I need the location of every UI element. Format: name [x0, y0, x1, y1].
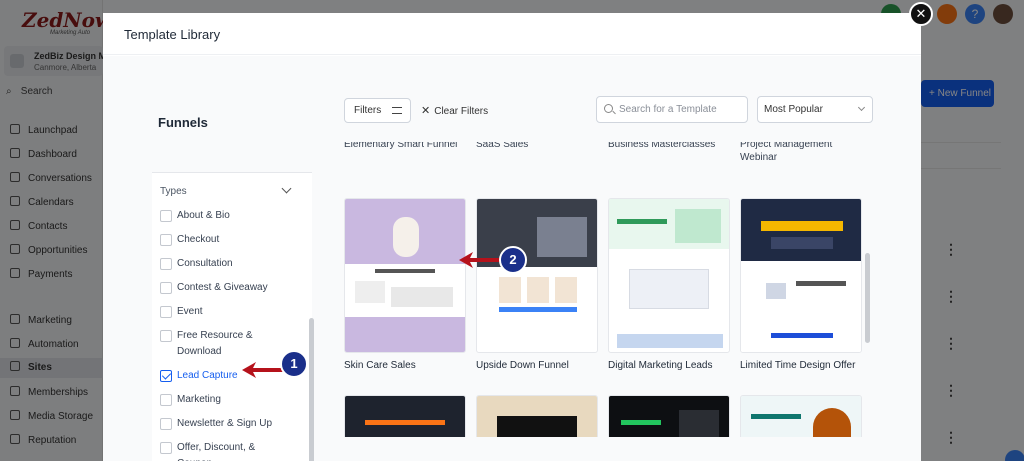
card-heading-bar — [375, 269, 435, 273]
template-title[interactable]: Digital Marketing Leads — [608, 360, 713, 371]
template-title[interactable]: Project Management Webinar — [740, 142, 850, 164]
card-image-block — [499, 277, 521, 303]
template-card[interactable] — [476, 395, 598, 437]
type-option-label: Checkout — [177, 234, 220, 245]
sort-dropdown[interactable]: Most Popular — [757, 96, 873, 123]
card-image-block — [679, 410, 719, 437]
chevron-down-icon — [281, 183, 292, 194]
template-title[interactable]: SaaS Sales — [476, 142, 601, 151]
checkbox[interactable] — [160, 394, 172, 406]
checkbox[interactable] — [160, 282, 172, 294]
annotation-arrow-2 — [459, 252, 503, 268]
type-option-label: Offer, Discount, & Coupon — [177, 442, 256, 461]
sliders-icon — [392, 107, 402, 114]
card-heading-bar — [617, 219, 667, 224]
filter-panel: Types About & Bio Checkout Consultation … — [152, 172, 312, 461]
filters-button[interactable]: Filters — [344, 98, 411, 123]
template-title[interactable]: Limited Time Design Offer — [740, 360, 855, 371]
template-grid: Elementary Smart Funnel SaaS Sales Busin… — [335, 142, 875, 437]
template-card[interactable] — [344, 395, 466, 437]
card-image-block — [537, 217, 587, 257]
template-library-modal: Template Library Funnels Types About & B… — [103, 13, 921, 461]
checkbox[interactable] — [160, 258, 172, 270]
card-timer-block — [771, 237, 833, 249]
card-image-block — [391, 287, 453, 307]
card-image-block — [527, 277, 549, 303]
card-image-block — [617, 334, 723, 348]
modal-title: Template Library — [124, 27, 221, 42]
annotation-badge-2: 2 — [499, 246, 527, 274]
clear-filters-label: Clear Filters — [434, 106, 489, 117]
card-heading-bar — [751, 414, 801, 419]
checkbox[interactable] — [160, 330, 172, 342]
template-card-upside-down-funnel[interactable] — [476, 198, 598, 353]
card-footer-band — [345, 317, 465, 352]
template-card-skin-care-sales[interactable] — [344, 198, 466, 353]
type-option-label: About & Bio — [177, 210, 230, 221]
funnels-heading: Funnels — [158, 115, 208, 130]
template-title[interactable]: Skin Care Sales — [344, 360, 416, 371]
template-card[interactable] — [740, 395, 862, 437]
close-modal-button[interactable]: ✕ — [909, 2, 933, 26]
template-title[interactable]: Elementary Smart Funnel — [344, 142, 469, 151]
checkbox[interactable] — [160, 306, 172, 318]
product-image — [393, 217, 419, 257]
close-icon: ✕ — [421, 105, 431, 117]
modal-header: Template Library — [103, 13, 921, 55]
modal-body: Funnels Types About & Bio Checkout Consu… — [103, 56, 921, 461]
search-icon — [604, 104, 613, 113]
type-option-label: Consultation — [177, 258, 233, 269]
template-title[interactable]: Business Masterclasses — [608, 142, 733, 151]
annotation-arrow-1 — [242, 362, 284, 378]
template-search-input[interactable]: Search for a Template — [596, 96, 748, 123]
template-card-digital-marketing-leads[interactable] — [608, 198, 730, 353]
type-option-label: Event — [177, 306, 203, 317]
type-option-label: Marketing — [177, 394, 221, 405]
card-image-block — [555, 277, 577, 303]
card-image-block — [355, 281, 385, 303]
checkbox[interactable] — [160, 418, 172, 430]
card-image-block — [766, 283, 786, 299]
card-video-block — [497, 416, 577, 437]
sort-value: Most Popular — [764, 104, 823, 115]
search-placeholder: Search for a Template — [619, 104, 717, 115]
types-label: Types — [160, 186, 187, 197]
card-heading-bar — [621, 420, 661, 425]
types-filter-header[interactable]: Types — [160, 183, 292, 197]
type-option-label: Newsletter & Sign Up — [177, 418, 273, 429]
template-card[interactable] — [608, 395, 730, 437]
annotation-badge-1: 1 — [280, 350, 308, 378]
checkbox-checked[interactable] — [160, 370, 172, 382]
type-option-label: Contest & Giveaway — [177, 282, 268, 293]
grid-scrollbar[interactable] — [865, 253, 870, 343]
checkbox[interactable] — [160, 210, 172, 222]
template-title[interactable]: Upside Down Funnel — [476, 360, 569, 371]
template-card-limited-time-design-offer[interactable] — [740, 198, 862, 353]
card-headline-bar — [761, 221, 843, 231]
card-form-block — [629, 269, 709, 309]
checkbox[interactable] — [160, 234, 172, 246]
card-text-bar — [796, 281, 846, 286]
filters-label: Filters — [354, 105, 382, 116]
card-heading-bar — [365, 420, 445, 425]
checkbox[interactable] — [160, 442, 172, 454]
card-text-bar — [771, 333, 833, 338]
clear-filters-button[interactable]: ✕ Clear Filters — [421, 104, 488, 117]
card-illustration — [675, 209, 721, 243]
card-preview — [345, 396, 465, 437]
type-option-label: Free Resource & Download — [177, 330, 253, 357]
chevron-down-icon — [857, 103, 866, 112]
card-button-bar — [499, 307, 577, 312]
filter-scrollbar[interactable] — [309, 318, 314, 461]
